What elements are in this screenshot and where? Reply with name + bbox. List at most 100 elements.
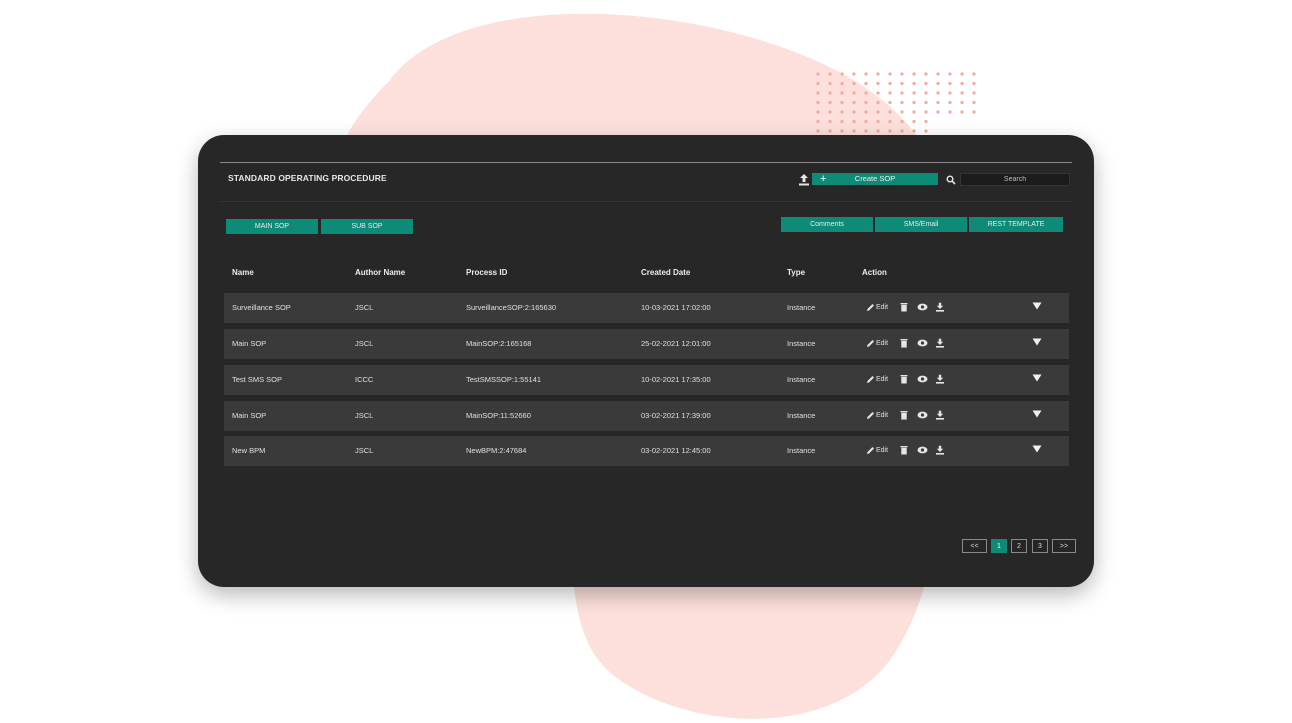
table-row[interactable]: Main SOP JSCL MainSOP:11:52660 03-02-2021 1… <box>224 401 1069 431</box>
eye-icon[interactable] <box>917 446 928 454</box>
column-header-author: Author Name <box>355 268 406 277</box>
cell-process-id: NewBPM:2:47684 <box>466 446 527 455</box>
decorative-dot <box>816 129 820 133</box>
cell-type: Instance <box>787 303 816 312</box>
trash-icon[interactable] <box>900 374 908 384</box>
decorative-dot <box>864 119 868 124</box>
cell-name: Main SOP <box>232 339 267 348</box>
search-icon[interactable] <box>946 175 956 185</box>
table-row[interactable]: New BPM JSCL NewBPM:2:47684 03-02-2021 12:4… <box>224 436 1069 466</box>
tab-rest-template[interactable]: REST TEMPLATE <box>969 217 1063 232</box>
cell-author: ICCC <box>355 375 374 384</box>
caret-down-icon[interactable] <box>1032 373 1042 383</box>
decorative-dot <box>972 81 976 86</box>
decorative-dot <box>960 72 964 76</box>
decorative-dot <box>900 100 904 105</box>
decorative-dot <box>972 72 976 76</box>
tab-sms-email[interactable]: SMS/Email <box>875 217 967 232</box>
decorative-dot <box>900 72 904 76</box>
search-input[interactable] <box>960 173 1070 186</box>
decorative-dot <box>936 110 940 114</box>
column-header-created-date: Created Date <box>641 268 691 277</box>
edit-button[interactable]: Edit <box>866 446 888 455</box>
eye-icon[interactable] <box>917 303 928 311</box>
eye-icon[interactable] <box>917 375 928 383</box>
decorative-dot <box>852 72 856 76</box>
decorative-dot <box>888 72 892 76</box>
table-row[interactable]: Test SMS SOP ICCC TestSMSSOP:1:55141 10-02-… <box>224 365 1069 395</box>
trash-icon[interactable] <box>900 410 908 420</box>
cell-name: New BPM <box>232 446 266 455</box>
pagination-next-button[interactable]: >> <box>1052 539 1076 553</box>
create-sop-label: Create SOP <box>854 174 896 183</box>
pagination-page-3[interactable]: 3 <box>1032 539 1048 553</box>
decorative-dot <box>840 72 844 76</box>
edit-icon <box>867 376 874 383</box>
column-header-action: Action <box>862 268 887 277</box>
decorative-dot <box>912 119 916 124</box>
decorative-dot <box>972 110 976 114</box>
edit-button[interactable]: Edit <box>866 375 888 384</box>
caret-down-icon[interactable] <box>1032 337 1042 347</box>
column-header-process-id: Process ID <box>466 268 508 277</box>
pagination-prev-button[interactable]: << <box>962 539 987 553</box>
tab-comments[interactable]: Comments <box>781 217 873 232</box>
create-sop-button[interactable]: + Create SOP <box>812 173 938 185</box>
download-icon[interactable] <box>935 410 945 420</box>
tab-sub-sop[interactable]: SUB SOP <box>321 219 413 234</box>
decorative-dot <box>888 110 892 114</box>
edit-button[interactable]: Edit <box>866 303 888 312</box>
decorative-dot <box>948 91 952 95</box>
pagination-page-1[interactable]: 1 <box>991 539 1007 553</box>
decorative-dot <box>864 91 868 95</box>
decorative-dot <box>936 91 940 95</box>
caret-down-icon[interactable] <box>1032 409 1042 419</box>
cell-process-id: SurveillanceSOP:2:165630 <box>466 303 557 312</box>
decorative-dot <box>888 129 892 133</box>
sop-panel: STANDARD OPERATING PROCEDURE + Create SO… <box>198 135 1094 587</box>
decorative-dot-grid <box>816 72 976 133</box>
upload-icon[interactable] <box>797 173 811 187</box>
cell-author: JSCL <box>355 303 374 312</box>
edit-button[interactable]: Edit <box>866 339 888 348</box>
decorative-dot <box>924 129 928 133</box>
cell-created-date: 10-03-2021 17:02:00 <box>641 303 711 312</box>
table-row[interactable]: Surveillance SOP JSCL SurveillanceSOP:2:16… <box>224 293 1069 323</box>
trash-icon[interactable] <box>900 338 908 348</box>
download-icon[interactable] <box>935 445 945 455</box>
decorative-dot <box>864 129 868 133</box>
table-row[interactable]: Main SOP JSCL MainSOP:2:165168 25-02-2021 1… <box>224 329 1069 359</box>
decorative-dot <box>960 91 964 95</box>
trash-icon[interactable] <box>900 445 908 455</box>
cell-type: Instance <box>787 375 816 384</box>
edit-label: Edit <box>876 340 889 347</box>
decorative-dot <box>924 91 928 95</box>
caret-down-icon[interactable] <box>1032 301 1042 311</box>
decorative-dot <box>840 81 844 86</box>
download-icon[interactable] <box>935 302 945 312</box>
decorative-dot <box>936 100 940 105</box>
cell-author: JSCL <box>355 411 374 420</box>
download-icon[interactable] <box>935 338 945 348</box>
decorative-dot <box>840 119 844 124</box>
column-header-type: Type <box>787 268 806 277</box>
decorative-dot <box>864 110 868 114</box>
edit-label: Edit <box>876 447 889 454</box>
decorative-dot <box>888 119 892 124</box>
trash-icon[interactable] <box>900 302 908 312</box>
caret-down-icon[interactable] <box>1032 444 1042 454</box>
decorative-dot <box>876 72 880 76</box>
cell-type: Instance <box>787 411 816 420</box>
decorative-dot <box>948 81 952 86</box>
decorative-dot <box>888 91 892 95</box>
cell-name: Surveillance SOP <box>232 303 291 312</box>
pagination-page-2[interactable]: 2 <box>1011 539 1027 553</box>
eye-icon[interactable] <box>917 411 928 419</box>
decorative-dot <box>852 81 856 86</box>
eye-icon[interactable] <box>917 339 928 347</box>
edit-button[interactable]: Edit <box>866 411 888 420</box>
decorative-dot <box>900 110 904 114</box>
decorative-dot <box>876 129 880 133</box>
download-icon[interactable] <box>935 374 945 384</box>
tab-main-sop[interactable]: MAIN SOP <box>226 219 318 234</box>
